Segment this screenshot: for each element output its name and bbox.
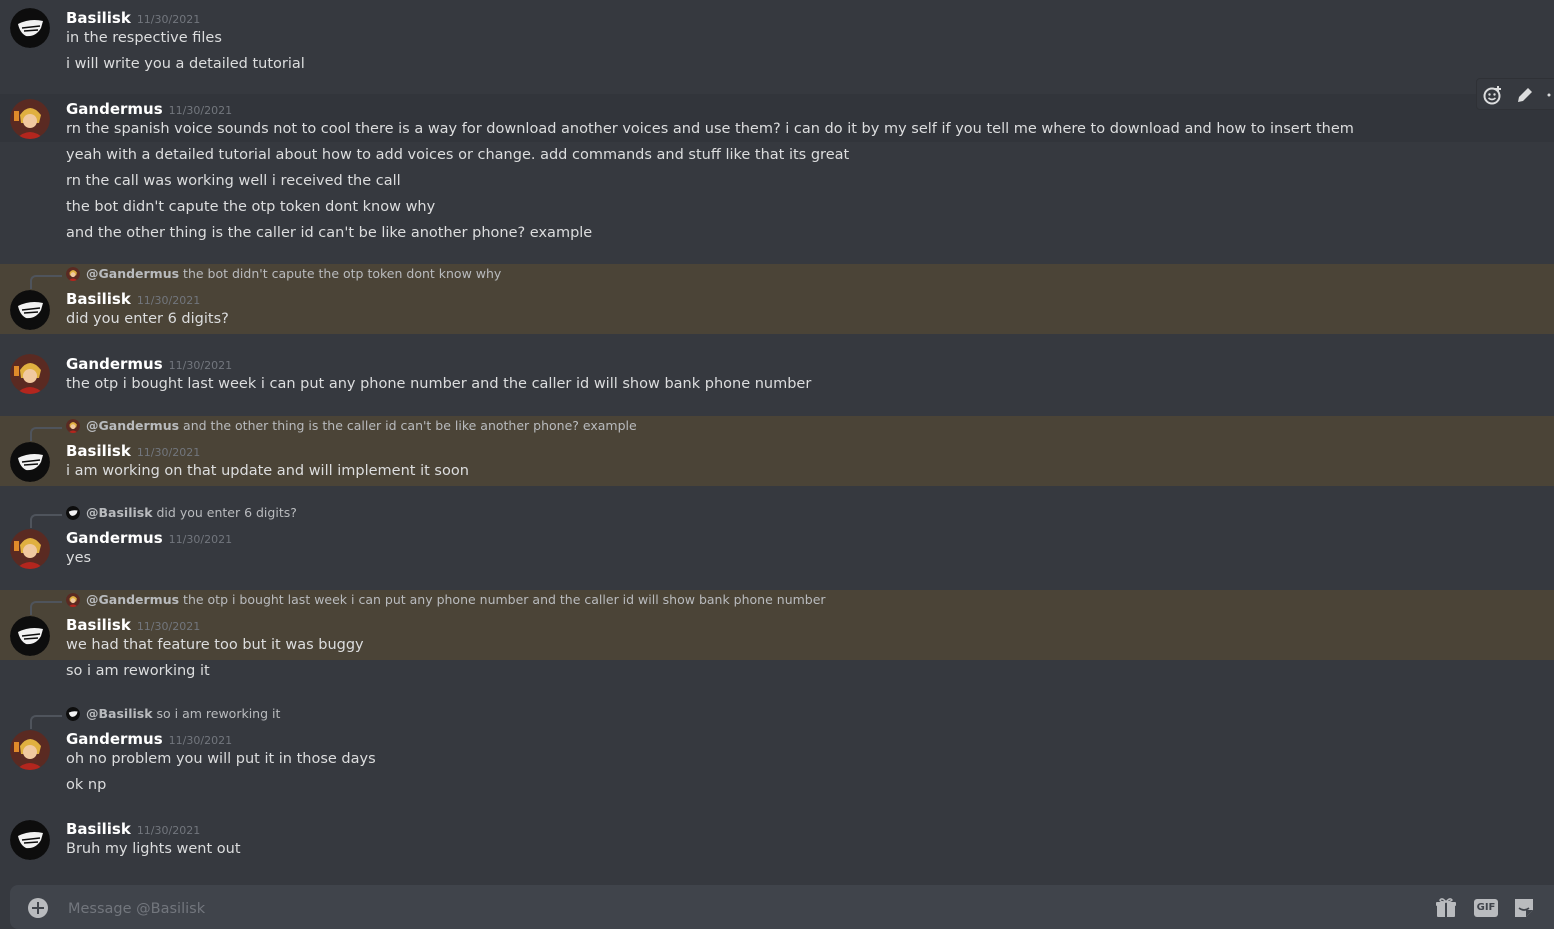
message-header: Basilisk 11/30/2021 xyxy=(66,615,200,634)
avatar-basilisk[interactable] xyxy=(10,8,50,48)
message-group: Basilisk 11/30/2021 in the respective fil… xyxy=(0,0,1554,88)
timestamp: 11/30/2021 xyxy=(136,446,201,459)
author-name[interactable]: Gandermus xyxy=(66,730,163,748)
reply-snippet: the otp i bought last week i can put any… xyxy=(183,592,826,607)
message-text: i am working on that update and will imp… xyxy=(66,463,469,479)
avatar-basilisk[interactable] xyxy=(10,290,50,330)
message-group-mentioned: @Gandermus the bot didn't capute the otp… xyxy=(0,264,1554,334)
message-text: rn the spanish voice sounds not to cool … xyxy=(66,121,1354,137)
message-group: @Gandermus the otp i bought last week i … xyxy=(0,590,1554,694)
reply-spine xyxy=(30,427,62,441)
author-name[interactable]: Gandermus xyxy=(66,529,163,547)
reply-snippet: did you enter 6 digits? xyxy=(156,505,297,520)
author-name[interactable]: Gandermus xyxy=(66,355,163,373)
avatar-gandermus[interactable] xyxy=(10,99,50,139)
message-text: in the respective files xyxy=(66,30,222,46)
message-group: @Basilisk so i am reworking it Gandermus… xyxy=(0,694,1554,804)
message-text: rn the call was working well i received … xyxy=(66,173,401,189)
author-name[interactable]: Basilisk xyxy=(66,616,131,634)
message-text: yeah with a detailed tutorial about how … xyxy=(66,147,850,163)
timestamp: 11/30/2021 xyxy=(136,13,201,26)
timestamp: 11/30/2021 xyxy=(168,359,233,372)
reply-snippet: the bot didn't capute the otp token dont… xyxy=(183,266,502,281)
gift-icon[interactable] xyxy=(1434,896,1458,920)
reply-snippet: so i am reworking it xyxy=(156,706,281,721)
avatar-basilisk[interactable] xyxy=(10,616,50,656)
message-text: i will write you a detailed tutorial xyxy=(66,56,305,72)
sticker-icon[interactable] xyxy=(1512,896,1536,920)
timestamp: 11/30/2021 xyxy=(168,734,233,747)
reply-avatar xyxy=(66,593,80,607)
message-header: Basilisk 11/30/2021 xyxy=(66,441,200,460)
reply-mention[interactable]: @Basilisk xyxy=(86,505,153,520)
message-action-toolbar xyxy=(1476,78,1554,110)
author-name[interactable]: Basilisk xyxy=(66,9,131,27)
reply-mention[interactable]: @Gandermus xyxy=(86,418,179,433)
timestamp: 11/30/2021 xyxy=(136,294,201,307)
gif-icon[interactable]: GIF xyxy=(1474,899,1498,917)
message-header: Gandermus 11/30/2021 xyxy=(66,354,232,373)
message-header: Basilisk 11/30/2021 xyxy=(66,8,200,27)
message-text: the otp i bought last week i can put any… xyxy=(66,376,812,392)
reply-mention[interactable]: @Gandermus xyxy=(86,592,179,607)
reply-avatar xyxy=(66,506,80,520)
message-header: Gandermus 11/30/2021 xyxy=(66,729,232,748)
timestamp: 11/30/2021 xyxy=(136,620,201,633)
reply-spine xyxy=(30,275,62,289)
message-text: so i am reworking it xyxy=(66,663,210,679)
message-text: ok np xyxy=(66,777,107,793)
message-group-mentioned: @Gandermus and the other thing is the ca… xyxy=(0,416,1554,486)
message-header: Basilisk 11/30/2021 xyxy=(66,819,200,838)
message-text: yes xyxy=(66,550,92,566)
message-group: Gandermus 11/30/2021 rn the spanish voice… xyxy=(0,94,1554,264)
author-name[interactable]: Basilisk xyxy=(66,290,131,308)
reply-avatar xyxy=(66,267,80,281)
reply-mention[interactable]: @Gandermus xyxy=(86,266,179,281)
timestamp: 11/30/2021 xyxy=(168,104,233,117)
message-text: did you enter 6 digits? xyxy=(66,311,229,327)
avatar-basilisk[interactable] xyxy=(10,820,50,860)
more-icon[interactable] xyxy=(1543,85,1554,105)
message-header: Gandermus 11/30/2021 xyxy=(66,99,232,118)
message-text: oh no problem you will put it in those d… xyxy=(66,751,376,767)
timestamp: 11/30/2021 xyxy=(136,824,201,837)
message-text: we had that feature too but it was buggy xyxy=(66,637,364,653)
avatar-gandermus[interactable] xyxy=(10,529,50,569)
message-composer: GIF xyxy=(10,885,1554,929)
message-group: Basilisk 11/30/2021 Bruh my lights went o… xyxy=(0,804,1554,885)
avatar-basilisk[interactable] xyxy=(10,442,50,482)
timestamp: 11/30/2021 xyxy=(168,533,233,546)
message-text: the bot didn't capute the otp token dont… xyxy=(66,199,436,215)
message-header: Basilisk 11/30/2021 xyxy=(66,289,200,308)
message-list: Basilisk 11/30/2021 in the respective fil… xyxy=(0,0,1554,885)
message-group: @Basilisk did you enter 6 digits? Gander… xyxy=(0,486,1554,590)
reply-avatar xyxy=(66,707,80,721)
message-group: Gandermus 11/30/2021 the otp i bought las… xyxy=(0,334,1554,416)
add-reaction-icon[interactable] xyxy=(1483,85,1503,105)
message-text: Bruh my lights went out xyxy=(66,841,241,857)
author-name[interactable]: Gandermus xyxy=(66,100,163,118)
add-attachment-icon[interactable] xyxy=(28,898,48,918)
reply-snippet: and the other thing is the caller id can… xyxy=(183,418,637,433)
author-name[interactable]: Basilisk xyxy=(66,820,131,838)
reply-spine xyxy=(30,601,62,615)
reply-spine xyxy=(30,715,62,729)
reply-avatar xyxy=(66,419,80,433)
edit-icon[interactable] xyxy=(1515,85,1535,105)
reply-mention[interactable]: @Basilisk xyxy=(86,706,153,721)
message-input[interactable] xyxy=(66,897,1370,921)
message-header: Gandermus 11/30/2021 xyxy=(66,528,232,547)
reply-spine xyxy=(30,514,62,528)
author-name[interactable]: Basilisk xyxy=(66,442,131,460)
message-text: and the other thing is the caller id can… xyxy=(66,225,593,241)
avatar-gandermus[interactable] xyxy=(10,354,50,394)
avatar-gandermus[interactable] xyxy=(10,730,50,770)
